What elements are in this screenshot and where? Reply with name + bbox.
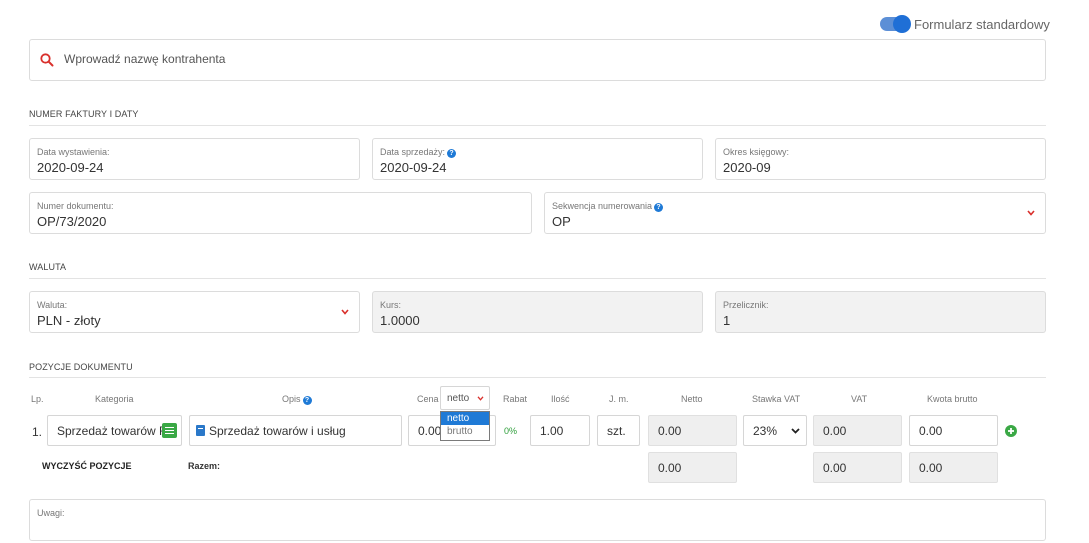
unit-value: szt. [607, 424, 626, 438]
sale-date-value: 2020-09-24 [380, 160, 447, 175]
document-number-field[interactable]: Numer dokumentu: OP/73/2020 [29, 192, 532, 234]
total-vat-value: 0.00 [823, 461, 847, 475]
numbering-sequence-value: OP [552, 214, 571, 229]
rate-label: Kurs: [380, 300, 402, 310]
total-gross-value: 0.00 [919, 461, 943, 475]
form-mode-toggle[interactable] [880, 15, 911, 33]
description-input[interactable]: Sprzedaż towarów i usług [189, 415, 402, 446]
vat-rate-select[interactable]: 23% [743, 415, 807, 446]
col-header-price: Cena [417, 394, 439, 404]
numbering-sequence-label-wrap: Sekwencja numerowania? [552, 201, 664, 212]
vat-field: 0.00 [813, 415, 902, 446]
quantity-input[interactable]: 1.00 [530, 415, 590, 446]
contractor-search-input[interactable] [62, 51, 562, 67]
book-icon[interactable] [196, 425, 205, 436]
divider [29, 278, 1046, 279]
gross-input[interactable]: 0.00 [909, 415, 998, 446]
toggle-knob [893, 15, 911, 33]
numbering-sequence-select[interactable]: Sekwencja numerowania? OP [544, 192, 1046, 234]
add-row-icon[interactable] [1005, 425, 1017, 437]
col-header-description-wrap: Opis? [282, 394, 312, 405]
price-mode-option-netto[interactable]: netto [441, 412, 489, 425]
col-header-lp: Lp. [31, 394, 44, 404]
document-number-label: Numer dokumentu: [37, 201, 114, 211]
chevron-down-icon [1027, 210, 1035, 216]
help-icon[interactable]: ? [447, 149, 457, 158]
issue-date-field[interactable]: Data wystawienia: 2020-09-24 [29, 138, 360, 180]
converter-label: Przelicznik: [723, 300, 769, 310]
issue-date-value: 2020-09-24 [37, 160, 104, 175]
accounting-period-value: 2020-09 [723, 160, 771, 175]
col-header-discount: Rabat [503, 394, 528, 404]
total-vat-field: 0.00 [813, 452, 902, 483]
section-title-currency: WALUTA [29, 262, 67, 272]
spreadsheet-icon[interactable] [162, 423, 177, 438]
vat-rate-value: 23% [753, 424, 778, 438]
rate-field: Kurs: 1.0000 [372, 291, 703, 333]
price-mode-select[interactable]: netto [440, 386, 490, 410]
sale-date-field[interactable]: Data sprzedaży:? 2020-09-24 [372, 138, 703, 180]
totals-label: Razem: [188, 461, 221, 471]
help-icon[interactable]: ? [302, 396, 312, 405]
net-field: 0.00 [648, 415, 737, 446]
total-net-value: 0.00 [658, 461, 682, 475]
price-mode-option-brutto[interactable]: brutto [441, 425, 489, 438]
document-number-value: OP/73/2020 [37, 214, 107, 229]
price-value: 0.00 [418, 424, 442, 438]
col-header-net: Netto [681, 394, 703, 404]
col-header-quantity: Ilość [551, 394, 570, 404]
chevron-down-icon [791, 428, 800, 434]
currency-label: Waluta: [37, 300, 68, 310]
accounting-period-label: Okres księgowy: [723, 147, 790, 157]
col-header-vat-rate: Stawka VAT [752, 394, 801, 404]
total-net-field: 0.00 [648, 452, 737, 483]
help-icon[interactable]: ? [654, 203, 664, 212]
converter-field: Przelicznik: 1 [715, 291, 1046, 333]
sale-date-label-wrap: Data sprzedaży:? [380, 147, 457, 158]
currency-value: PLN - złoty [37, 313, 101, 328]
row-lp: 1. [32, 425, 43, 439]
total-gross-field: 0.00 [909, 452, 998, 483]
category-input[interactable]: Sprzedaż towarów FA [47, 415, 182, 446]
chevron-down-icon [477, 396, 484, 401]
converter-value: 1 [723, 313, 731, 328]
clear-items-button[interactable]: WYCZYŚĆ POZYCJE [42, 461, 132, 471]
notes-label: Uwagi: [37, 508, 65, 518]
notes-field[interactable]: Uwagi: [29, 499, 1046, 541]
description-value: Sprzedaż towarów i usług [209, 424, 346, 438]
divider [29, 377, 1046, 378]
divider [29, 125, 1046, 126]
rate-value: 1.0000 [380, 313, 420, 328]
quantity-value: 1.00 [540, 424, 564, 438]
numbering-sequence-label: Sekwencja numerowania [552, 201, 653, 211]
gross-value: 0.00 [919, 424, 943, 438]
col-header-unit: J. m. [609, 394, 629, 404]
contractor-search[interactable] [29, 39, 1046, 81]
accounting-period-field[interactable]: Okres księgowy: 2020-09 [715, 138, 1046, 180]
discount-value[interactable]: 0% [504, 426, 517, 436]
section-title-invoice: NUMER FAKTURY I DATY [29, 109, 139, 119]
section-title-items: POZYCJE DOKUMENTU [29, 362, 133, 372]
net-value: 0.00 [658, 424, 682, 438]
price-mode-dropdown[interactable]: netto brutto [440, 411, 490, 441]
issue-date-label: Data wystawienia: [37, 147, 110, 157]
chevron-down-icon [341, 309, 349, 315]
currency-select[interactable]: Waluta: PLN - złoty [29, 291, 360, 333]
sale-date-label: Data sprzedaży: [380, 147, 446, 157]
vat-value: 0.00 [823, 424, 847, 438]
col-header-category: Kategoria [95, 394, 134, 404]
col-header-gross: Kwota brutto [927, 394, 978, 404]
col-header-vat: VAT [851, 394, 868, 404]
unit-input[interactable]: szt. [597, 415, 640, 446]
search-icon [40, 53, 54, 67]
category-value: Sprzedaż towarów FA [57, 424, 174, 438]
col-header-description: Opis [282, 394, 301, 404]
price-mode-value: netto [447, 393, 470, 404]
form-mode-label: Formularz standardowy [914, 17, 1050, 32]
